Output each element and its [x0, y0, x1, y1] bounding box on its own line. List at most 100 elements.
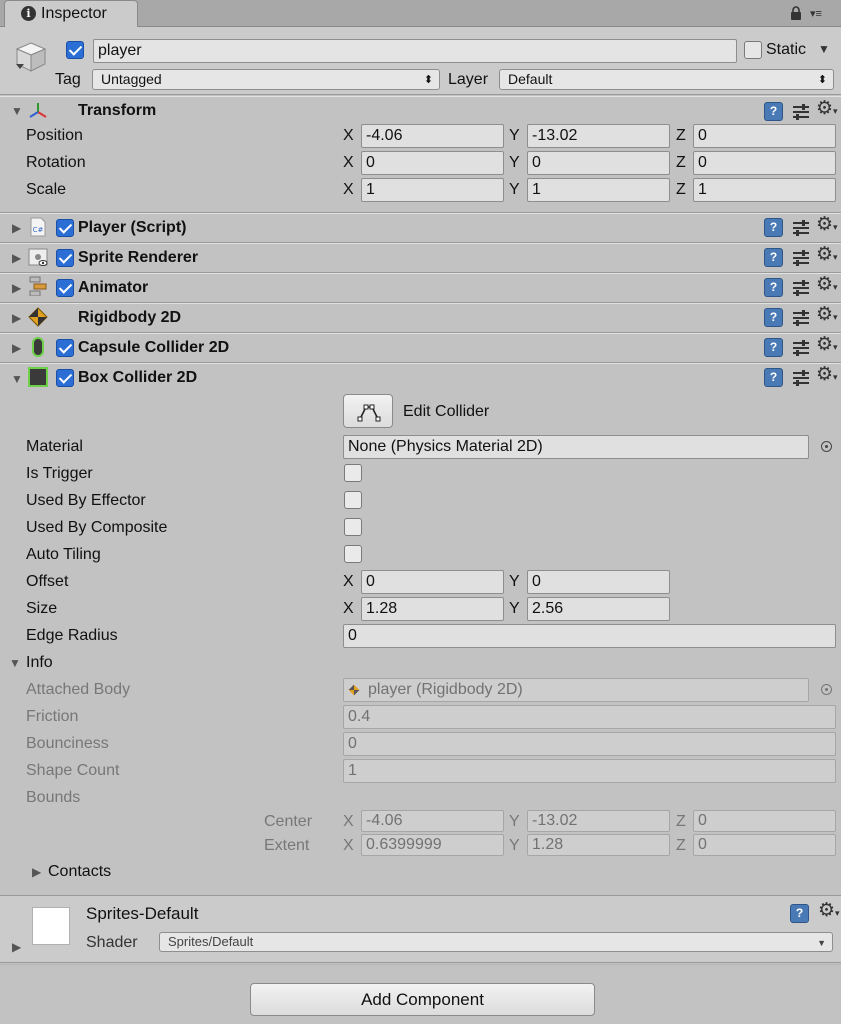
foldout-arrow-icon[interactable]: ▶ [12, 222, 21, 234]
auto-tiling-label: Auto Tiling [26, 546, 101, 563]
sprite-renderer-enabled-checkbox[interactable] [56, 249, 74, 267]
shader-dropdown[interactable]: Sprites/Default ▼ [159, 932, 833, 952]
axis-z-label[interactable]: Z [676, 181, 686, 199]
preset-sliders-icon[interactable] [792, 279, 810, 296]
help-icon[interactable]: ? [790, 904, 809, 923]
gear-icon[interactable]: ⚙▾ [816, 365, 838, 384]
material-field[interactable]: None (Physics Material 2D) [343, 435, 809, 459]
help-icon[interactable]: ? [764, 278, 783, 297]
is-trigger-checkbox[interactable] [344, 464, 362, 482]
tag-dropdown[interactable]: Untagged ⬍ [92, 69, 440, 90]
preset-sliders-icon[interactable] [792, 339, 810, 356]
gameobject-cube-icon [15, 42, 47, 72]
contacts-foldout-icon[interactable]: ▶ [32, 866, 41, 878]
foldout-arrow-icon[interactable]: ▶ [12, 282, 21, 294]
used-by-effector-checkbox[interactable] [344, 491, 362, 509]
gear-icon[interactable]: ⚙▾ [816, 305, 838, 324]
preset-sliders-icon[interactable] [792, 309, 810, 326]
foldout-arrow-icon[interactable]: ▶ [12, 342, 21, 354]
rigidbody2d-title[interactable]: Rigidbody 2D [78, 309, 181, 327]
axis-z-label[interactable]: Z [676, 154, 686, 172]
position-z-input[interactable]: 0 [693, 124, 836, 148]
axis-z-label[interactable]: Z [676, 127, 686, 145]
foldout-arrow-icon[interactable]: ▶ [12, 252, 21, 264]
edit-collider-button[interactable] [343, 394, 393, 428]
preset-sliders-icon[interactable] [792, 219, 810, 236]
info-title[interactable]: Info [26, 654, 53, 672]
gear-icon[interactable]: ⚙▾ [816, 335, 838, 354]
axis-x-label[interactable]: X [343, 600, 354, 618]
axis-x-label[interactable]: X [343, 154, 354, 172]
size-label: Size [26, 600, 58, 617]
gear-icon[interactable]: ⚙▾ [816, 245, 838, 264]
active-checkbox[interactable] [66, 41, 84, 59]
lock-icon[interactable] [790, 6, 802, 20]
box-collider-enabled-checkbox[interactable] [56, 369, 74, 387]
extent-label: Extent [264, 837, 310, 854]
material-preview-swatch [32, 907, 70, 945]
help-icon[interactable]: ? [764, 248, 783, 267]
used-by-composite-checkbox[interactable] [344, 518, 362, 536]
material-foldout-icon[interactable]: ▶ [12, 941, 21, 953]
transform-title[interactable]: Transform [78, 102, 156, 120]
scale-y-input[interactable]: 1 [527, 178, 670, 202]
size-y-input[interactable]: 2.56 [527, 597, 670, 621]
static-dropdown-icon[interactable]: ▼ [818, 42, 830, 56]
capsule-collider-title[interactable]: Capsule Collider 2D [78, 339, 229, 357]
preset-sliders-icon[interactable] [792, 103, 810, 120]
contacts-label[interactable]: Contacts [48, 863, 111, 881]
capsule-collider-enabled-checkbox[interactable] [56, 339, 74, 357]
sprite-renderer-title[interactable]: Sprite Renderer [78, 249, 198, 267]
scale-z-input[interactable]: 1 [693, 178, 836, 202]
edge-radius-input[interactable]: 0 [343, 624, 836, 648]
offset-x-input[interactable]: 0 [361, 570, 504, 594]
position-y-input[interactable]: -13.02 [527, 124, 670, 148]
component-header-icons: ? ⚙▾ [764, 365, 838, 387]
player-script-title[interactable]: Player (Script) [78, 219, 186, 237]
static-checkbox[interactable] [744, 41, 762, 59]
layer-dropdown[interactable]: Default ⬍ [499, 69, 834, 90]
box-collider-foldout-icon[interactable]: ▼ [11, 373, 23, 385]
offset-y-input[interactable]: 0 [527, 570, 670, 594]
axis-y-label[interactable]: Y [509, 600, 520, 618]
rotation-z-input[interactable]: 0 [693, 151, 836, 175]
auto-tiling-checkbox[interactable] [344, 545, 362, 563]
axis-y-label[interactable]: Y [509, 127, 520, 145]
object-picker-icon[interactable] [821, 441, 832, 452]
axis-y-label[interactable]: Y [509, 573, 520, 591]
gear-icon[interactable]: ⚙▾ [818, 901, 840, 920]
axis-z-label: Z [676, 813, 686, 830]
box-collider-title[interactable]: Box Collider 2D [78, 369, 197, 387]
tab-menu-icon[interactable]: ▾≡ [810, 9, 822, 20]
axis-x-label[interactable]: X [343, 573, 354, 591]
foldout-arrow-icon[interactable]: ▶ [12, 312, 21, 324]
player-script-enabled-checkbox[interactable] [56, 219, 74, 237]
help-icon[interactable]: ? [764, 308, 783, 327]
info-foldout-icon[interactable]: ▼ [9, 657, 21, 669]
scale-x-input[interactable]: 1 [361, 178, 504, 202]
help-icon[interactable]: ? [764, 102, 783, 121]
add-component-button[interactable]: Add Component [250, 983, 595, 1016]
animator-enabled-checkbox[interactable] [56, 279, 74, 297]
help-icon[interactable]: ? [764, 218, 783, 237]
preset-sliders-icon[interactable] [792, 249, 810, 266]
transform-foldout-icon[interactable]: ▼ [11, 105, 23, 117]
rotation-x-input[interactable]: 0 [361, 151, 504, 175]
gear-icon[interactable]: ⚙▾ [816, 99, 838, 118]
help-icon[interactable]: ? [764, 338, 783, 357]
axis-y-label[interactable]: Y [509, 181, 520, 199]
tab-inspector[interactable]: i Inspector [4, 0, 138, 27]
rotation-y-input[interactable]: 0 [527, 151, 670, 175]
position-x-input[interactable]: -4.06 [361, 124, 504, 148]
size-x-input[interactable]: 1.28 [361, 597, 504, 621]
preset-sliders-icon[interactable] [792, 369, 810, 386]
axis-y-label[interactable]: Y [509, 154, 520, 172]
axis-y-label: Y [509, 837, 520, 854]
gear-icon[interactable]: ⚙▾ [816, 275, 838, 294]
help-icon[interactable]: ? [764, 368, 783, 387]
animator-title[interactable]: Animator [78, 279, 148, 297]
object-name-input[interactable]: player [93, 39, 737, 63]
axis-x-label[interactable]: X [343, 127, 354, 145]
gear-icon[interactable]: ⚙▾ [816, 215, 838, 234]
axis-x-label[interactable]: X [343, 181, 354, 199]
